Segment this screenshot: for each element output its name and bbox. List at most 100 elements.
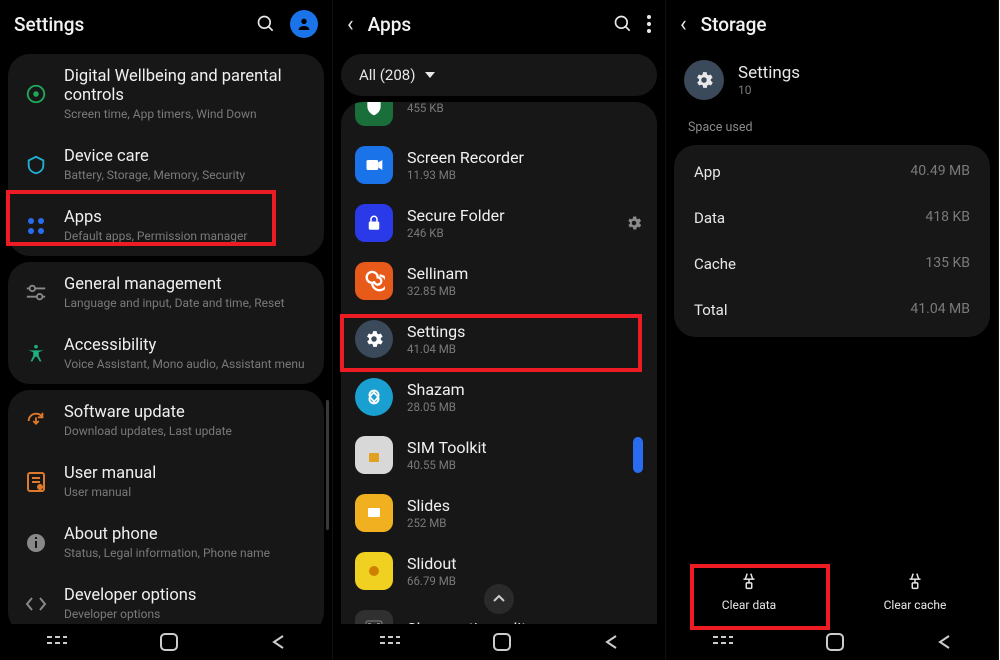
app-size: 66.79 MB <box>407 574 643 588</box>
storage-key: Total <box>694 301 728 319</box>
storage-row: Cache 135 KB <box>674 241 990 287</box>
clear-cache-button[interactable]: Clear cache <box>855 570 975 612</box>
apps-filter[interactable]: All (208) <box>341 54 657 96</box>
storage-row: App 40.49 MB <box>674 149 990 195</box>
page-title: Apps <box>368 13 599 36</box>
storage-key: Cache <box>694 255 736 273</box>
storage-row: Data 418 KB <box>674 195 990 241</box>
storage-key: Data <box>694 209 725 227</box>
row-sub: Language and input, Date and time, Reset <box>64 296 308 310</box>
nav-home-icon[interactable] <box>826 633 844 651</box>
nav-home-icon[interactable] <box>160 633 178 651</box>
back-icon[interactable]: ‹ <box>347 12 354 37</box>
nav-home-icon[interactable] <box>493 633 511 651</box>
storage-value: 135 KB <box>925 255 970 273</box>
apps-icon <box>22 212 50 240</box>
filter-label: All (208) <box>359 66 415 84</box>
row-sub: Voice Assistant, Mono audio, Assistant m… <box>64 357 308 371</box>
app-name: Sellinam <box>407 264 643 283</box>
nav-back-icon[interactable] <box>937 634 951 650</box>
app-row[interactable]: SIM Toolkit 40.55 MB <box>341 426 657 484</box>
clear-data-label: Clear data <box>722 598 776 612</box>
app-row[interactable]: Slides 252 MB <box>341 484 657 542</box>
row-sub: Screen time, App timers, Wind Down <box>64 107 308 121</box>
settings-row-software[interactable]: Software update Download updates, Last u… <box>8 390 324 451</box>
app-size: 246 KB <box>407 226 611 240</box>
settings-row-general[interactable]: General management Language and input, D… <box>8 262 324 323</box>
scrollbar[interactable] <box>326 400 329 530</box>
row-label: Software update <box>64 403 308 422</box>
account-avatar[interactable] <box>290 10 318 38</box>
app-row[interactable]: Secure Folder 246 KB <box>341 194 657 252</box>
app-name: SIM Toolkit <box>407 438 619 457</box>
app-icon <box>355 102 393 126</box>
app-icon-settings <box>684 60 724 100</box>
app-icon <box>355 494 393 532</box>
gear-icon[interactable] <box>625 214 643 232</box>
page-title: Storage <box>701 13 984 36</box>
row-label: General management <box>64 275 308 294</box>
row-label: Device care <box>64 147 308 166</box>
app-size: 28.05 MB <box>407 400 643 414</box>
search-icon[interactable] <box>256 14 276 34</box>
app-size: 455 KB <box>407 102 643 115</box>
app-name: Settings <box>407 322 643 341</box>
app-size: 252 MB <box>407 516 643 530</box>
back-icon[interactable]: ‹ <box>680 12 687 37</box>
app-row[interactable]: 455 KB <box>341 102 657 136</box>
scroll-top-button[interactable] <box>484 584 514 614</box>
nav-back-icon[interactable] <box>604 634 618 650</box>
app-name: Slides <box>407 496 643 515</box>
update-icon <box>22 407 50 435</box>
nav-recents-icon[interactable] <box>47 635 67 649</box>
app-icon <box>355 146 393 184</box>
row-sub: User manual <box>64 485 308 499</box>
section-label: Space used <box>666 112 998 139</box>
clear-data-button[interactable]: Clear data <box>689 570 809 612</box>
app-icon <box>355 436 393 474</box>
app-name: Settings <box>738 63 800 83</box>
nav-back-icon[interactable] <box>271 634 285 650</box>
app-row[interactable]: Settings 41.04 MB <box>341 310 657 368</box>
storage-value: 41.04 MB <box>910 301 970 319</box>
app-size: 41.04 MB <box>407 342 643 356</box>
row-label: Apps <box>64 208 308 227</box>
scroll-handle[interactable] <box>633 437 643 473</box>
settings-row-user[interactable]: ? User manual User manual <box>8 451 324 512</box>
nav-bar <box>666 624 998 660</box>
settings-row-accessibility[interactable]: Accessibility Voice Assistant, Mono audi… <box>8 323 324 384</box>
overflow-icon[interactable] <box>647 15 651 33</box>
app-name: Screen Recorder <box>407 148 643 167</box>
row-sub: Battery, Storage, Memory, Security <box>64 168 308 182</box>
app-version: 10 <box>738 83 800 97</box>
nav-recents-icon[interactable] <box>380 635 400 649</box>
row-sub: Download updates, Last update <box>64 424 308 438</box>
nav-bar <box>333 624 665 660</box>
row-label: Digital Wellbeing and parental controls <box>64 67 308 105</box>
chevron-down-icon <box>425 72 435 78</box>
devicecare-icon <box>22 151 50 179</box>
row-label: User manual <box>64 464 308 483</box>
wellbeing-icon <box>22 80 50 108</box>
app-name: Secure Folder <box>407 206 611 225</box>
developer-icon <box>22 590 50 618</box>
manual-icon: ? <box>22 468 50 496</box>
nav-recents-icon[interactable] <box>713 635 733 649</box>
storage-value: 40.49 MB <box>910 163 970 181</box>
settings-row-digital[interactable]: Digital Wellbeing and parental controls … <box>8 54 324 134</box>
search-icon[interactable] <box>613 14 633 34</box>
app-row[interactable]: Sellinam 32.85 MB <box>341 252 657 310</box>
app-name: Shazam <box>407 380 643 399</box>
app-row[interactable]: Screen Recorder 11.93 MB <box>341 136 657 194</box>
settings-row-apps[interactable]: Apps Default apps, Permission manager <box>8 195 324 256</box>
app-row[interactable]: Shazam 28.05 MB <box>341 368 657 426</box>
settings-row-device[interactable]: Device care Battery, Storage, Memory, Se… <box>8 134 324 195</box>
nav-bar <box>0 624 332 660</box>
storage-row: Total 41.04 MB <box>674 287 990 333</box>
app-icon <box>355 552 393 590</box>
app-name: Slidout <box>407 554 643 573</box>
settings-row-about[interactable]: About phone Status, Legal information, P… <box>8 512 324 573</box>
clear-cache-label: Clear cache <box>884 598 947 612</box>
row-sub: Developer options <box>64 607 308 621</box>
row-label: Developer options <box>64 586 308 605</box>
